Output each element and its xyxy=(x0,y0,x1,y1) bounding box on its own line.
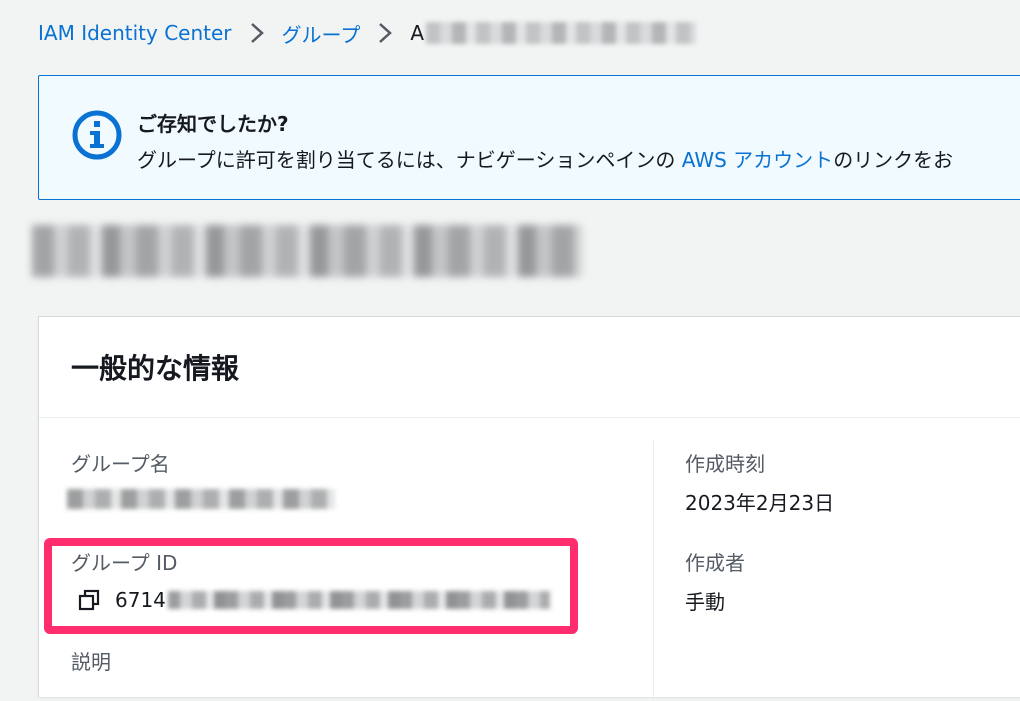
group-name-label: グループ名 xyxy=(71,452,170,476)
panel-header: 一般的な情報 xyxy=(39,317,1020,418)
breadcrumb-groups[interactable]: グループ xyxy=(282,19,361,48)
chevron-right-icon xyxy=(250,23,264,43)
breadcrumb-current-group: A xyxy=(410,21,425,45)
info-body-text-suffix: のリンクをお xyxy=(833,148,954,172)
group-id-value: 6714 xyxy=(115,588,166,612)
panel-title: 一般的な情報 xyxy=(71,352,240,385)
info-alert: ご存知でしたか? グループに許可を割り当てるには、ナビゲーションペインの AWS… xyxy=(38,75,1020,200)
redacted-page-title xyxy=(32,225,582,277)
info-title: ご存知でしたか? xyxy=(137,112,289,136)
redacted-breadcrumb xyxy=(426,22,697,44)
description-label: 説明 xyxy=(71,650,111,674)
redacted-group-name xyxy=(67,489,335,509)
column-divider xyxy=(653,441,654,701)
created-by-value: 手動 xyxy=(685,590,725,614)
group-id-row: 6714 xyxy=(77,585,550,615)
created-by-label: 作成者 xyxy=(685,551,745,575)
aws-accounts-link[interactable]: AWS アカウント xyxy=(682,148,833,172)
info-icon xyxy=(72,110,122,160)
breadcrumb: IAM Identity Center グループ A xyxy=(38,18,697,48)
breadcrumb-iam-identity-center[interactable]: IAM Identity Center xyxy=(38,21,232,45)
chevron-right-icon xyxy=(379,23,393,43)
copy-icon[interactable] xyxy=(77,588,101,612)
redacted-group-id xyxy=(167,591,550,609)
info-body: グループに許可を割り当てるには、ナビゲーションペインの AWS アカウントのリン… xyxy=(137,144,953,173)
created-time-label: 作成時刻 xyxy=(685,452,765,476)
group-id-label: グループ ID xyxy=(71,551,178,575)
info-body-text: グループに許可を割り当てるには、ナビゲーションペインの xyxy=(137,148,682,172)
created-time-value: 2023年2月23日 xyxy=(685,491,835,515)
general-info-panel: 一般的な情報 グループ名 グループ ID 6714 説明 作成時刻 2023年2… xyxy=(38,316,1020,701)
